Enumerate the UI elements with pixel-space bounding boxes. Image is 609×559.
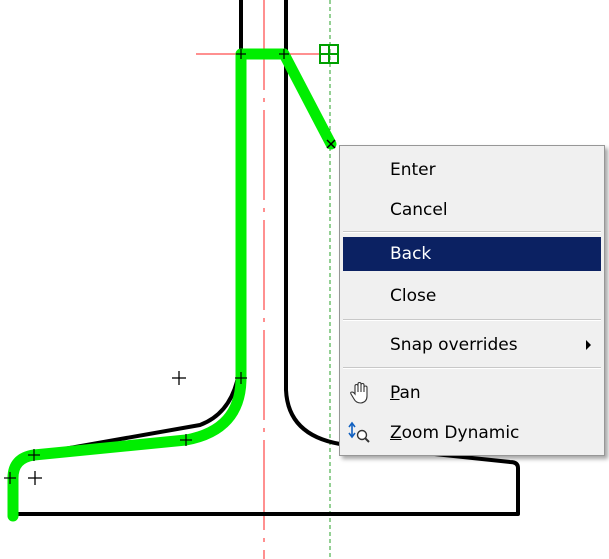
menu-item-label: Cancel bbox=[390, 200, 448, 220]
menu-item-label: an bbox=[399, 383, 421, 403]
menu-item-mnemonic: P bbox=[390, 383, 400, 403]
submenu-arrow-icon bbox=[586, 340, 591, 350]
menu-item-back[interactable]: Back bbox=[343, 237, 601, 271]
menu-item-zoom-dynamic[interactable]: Zoom Dynamic bbox=[343, 416, 601, 450]
menu-separator bbox=[343, 367, 601, 369]
snap-marker-icon bbox=[319, 44, 339, 64]
menu-item-cancel[interactable]: Cancel bbox=[343, 193, 601, 227]
menu-item-label: Back bbox=[390, 244, 432, 264]
cursor-cross-marks bbox=[28, 371, 186, 485]
menu-item-close[interactable]: Close bbox=[343, 279, 601, 313]
menu-item-pan[interactable]: Pan bbox=[343, 376, 601, 410]
pan-hand-icon bbox=[350, 381, 368, 404]
menu-item-label: Close bbox=[390, 286, 437, 306]
menu-item-label: oom Dynamic bbox=[401, 423, 520, 443]
highlighted-polyline bbox=[7, 48, 337, 522]
menu-item-snap-overrides[interactable]: Snap overrides bbox=[343, 328, 601, 362]
zoom-dynamic-icon bbox=[348, 421, 370, 443]
menu-item-enter[interactable]: Enter bbox=[343, 153, 601, 187]
menu-item-label: Snap overrides bbox=[390, 335, 518, 355]
menu-separator bbox=[343, 231, 601, 233]
context-menu: Enter Cancel Back Close Snap overrides P… bbox=[339, 145, 605, 456]
menu-item-mnemonic: Z bbox=[390, 423, 402, 443]
menu-separator bbox=[343, 319, 601, 321]
menu-item-label: Enter bbox=[390, 160, 436, 180]
